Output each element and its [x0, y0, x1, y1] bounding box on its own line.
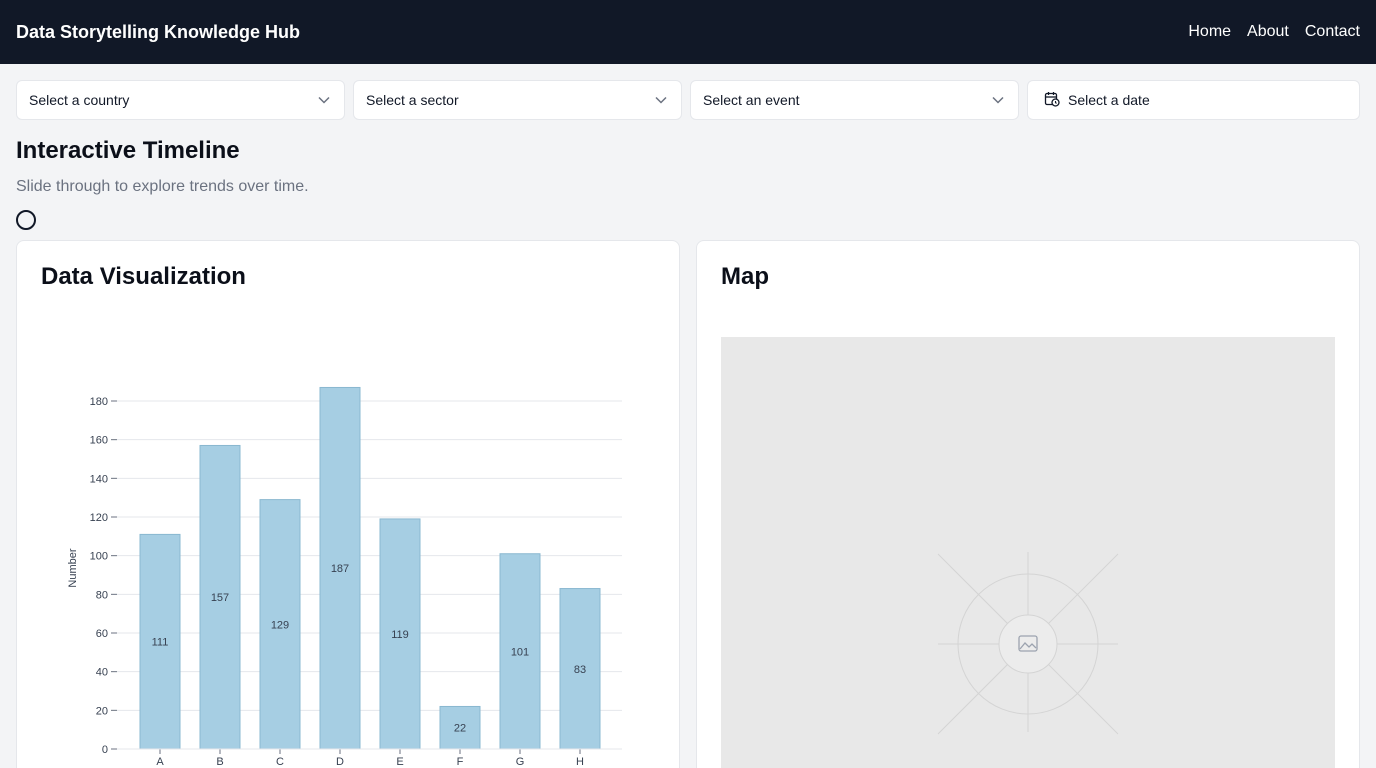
nav-about-link[interactable]: About: [1247, 23, 1289, 41]
filter-bar: Select a country Select a sector Select …: [16, 80, 1360, 120]
bar-value-label: 111: [152, 637, 169, 649]
data-visualization-title: Data Visualization: [41, 263, 246, 290]
chevron-down-icon: [990, 92, 1006, 108]
x-tick-label: B: [216, 756, 223, 768]
sector-select[interactable]: Select a sector: [353, 80, 682, 120]
bar-chart: 0 20 40 60 80 100 120 140 160 180 Number 111 A 157 B 12…: [67, 386, 622, 768]
timeline-subtitle: Slide through to explore trends over tim…: [16, 178, 309, 195]
y-axis-label: Number: [67, 548, 79, 587]
y-tick-label: 60: [96, 628, 108, 640]
bar-value-label: 83: [574, 664, 586, 676]
bar-value-label: 187: [331, 563, 349, 575]
map-title: Map: [721, 263, 769, 290]
nav-contact-link[interactable]: Contact: [1305, 23, 1360, 41]
timeline-slider-handle[interactable]: [16, 210, 36, 230]
x-tick-label: A: [156, 756, 164, 768]
image-placeholder-graphic: [937, 552, 1119, 735]
y-tick-label: 160: [90, 435, 108, 447]
timeline-title: Interactive Timeline: [16, 137, 240, 164]
date-picker-label: Select a date: [1068, 92, 1150, 108]
x-tick-label: G: [516, 756, 525, 768]
x-tick-label: C: [276, 756, 284, 768]
bar-value-label: 22: [454, 723, 466, 735]
country-select-label: Select a country: [29, 92, 130, 108]
bar-value-label: 129: [271, 619, 289, 631]
x-tick-label: E: [396, 756, 403, 768]
event-select[interactable]: Select an event: [690, 80, 1019, 120]
x-tick-label: D: [336, 756, 344, 768]
bar-value-label: 119: [391, 629, 409, 641]
date-picker-button[interactable]: Select a date: [1027, 80, 1360, 120]
y-tick-label: 20: [96, 705, 108, 717]
top-navbar: Data Storytelling Knowledge Hub Home Abo…: [0, 0, 1376, 64]
y-tick-label: 80: [96, 589, 108, 601]
event-select-label: Select an event: [703, 92, 800, 108]
chevron-down-icon: [316, 92, 332, 108]
y-tick-label: 120: [90, 512, 108, 524]
country-select[interactable]: Select a country: [16, 80, 345, 120]
app-title: Data Storytelling Knowledge Hub: [16, 21, 301, 42]
bar-value-label: 101: [511, 646, 529, 658]
map-card: Map: [696, 240, 1360, 768]
y-tick-label: 100: [90, 551, 108, 563]
main-nav: Home About Contact: [1188, 23, 1360, 41]
nav-home-link[interactable]: Home: [1188, 23, 1231, 41]
y-tick-label: 180: [90, 396, 108, 408]
x-tick-label: F: [457, 756, 464, 768]
data-visualization-card: Data Visualization 0 20 40 60 80 100 120 140 160…: [16, 240, 680, 768]
y-tick-label: 140: [90, 473, 108, 485]
y-tick-label: 0: [102, 744, 108, 756]
chevron-down-icon: [653, 92, 669, 108]
map-placeholder: [721, 337, 1335, 768]
calendar-clock-icon: [1044, 91, 1060, 110]
x-tick-label: H: [576, 756, 584, 768]
bar-value-label: 157: [211, 592, 229, 604]
y-tick-label: 40: [96, 667, 108, 679]
sector-select-label: Select a sector: [366, 92, 459, 108]
